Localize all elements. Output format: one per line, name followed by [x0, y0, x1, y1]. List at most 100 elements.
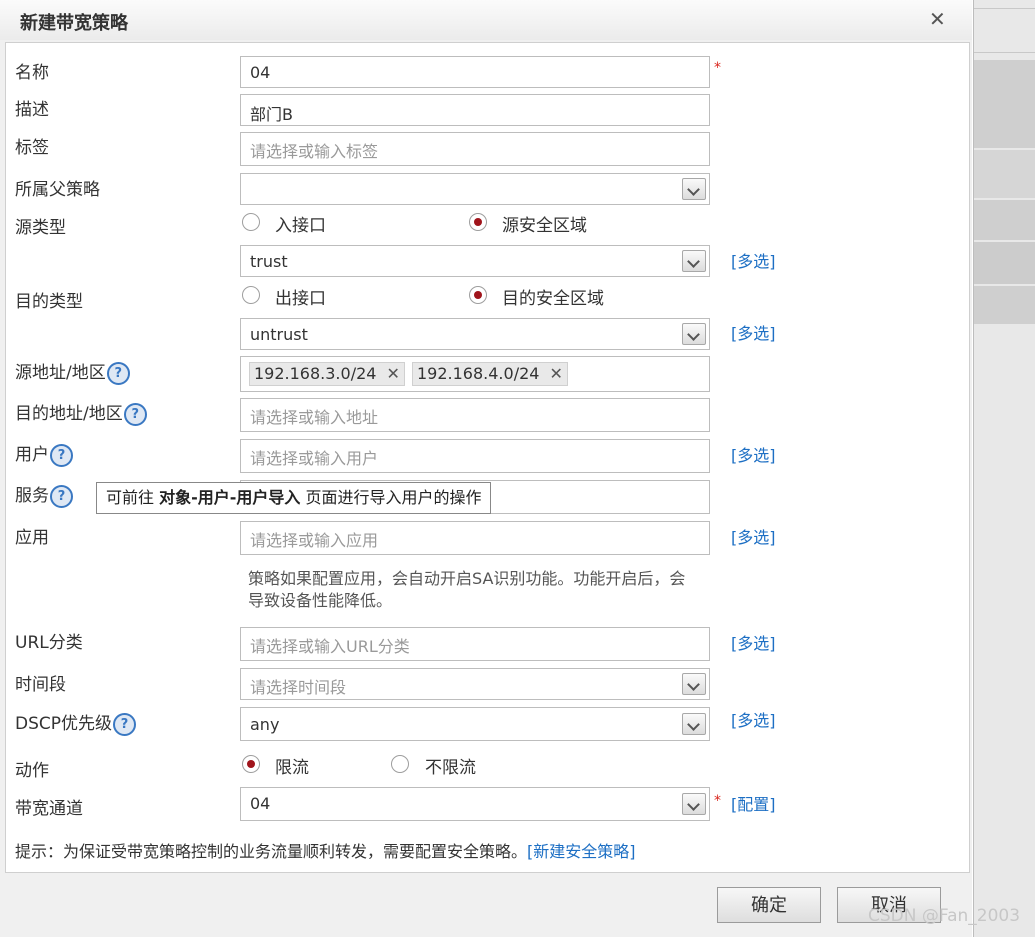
chevron-down-icon[interactable]: [682, 673, 706, 695]
required-marker: *: [714, 793, 721, 809]
radio-dest-zone-label: 目的安全区域: [502, 289, 604, 309]
tooltip-text: 页面进行导入用户的操作: [300, 488, 482, 507]
chevron-down-icon[interactable]: [682, 793, 706, 815]
remove-tag-icon[interactable]: ✕: [549, 364, 562, 383]
source-address-label-text: 源地址/地区: [15, 363, 106, 383]
user-label-text: 用户: [15, 445, 49, 465]
help-icon[interactable]: ?: [50, 443, 73, 467]
radio-dest-zone[interactable]: [469, 286, 487, 304]
dialog-title: 新建带宽策略: [20, 13, 128, 34]
bandwidth-channel-value: 04: [250, 794, 271, 813]
help-icon[interactable]: ?: [106, 361, 130, 385]
parent-policy-label: 所属父策略: [15, 180, 100, 200]
new-security-policy-link[interactable]: [新建安全策略]: [527, 842, 636, 861]
description-input[interactable]: 部门B: [240, 94, 710, 126]
source-zone-select[interactable]: trust: [240, 245, 710, 277]
source-address-input[interactable]: 192.168.3.0/24 ✕ 192.168.4.0/24 ✕: [240, 356, 710, 392]
user-label: 用户?: [15, 440, 73, 467]
help-icon[interactable]: ?: [50, 484, 73, 508]
new-bandwidth-policy-dialog: 新建带宽策略 ✕ 名称 04 * 描述 部门B 标签 请选择或输入标签 所属父策…: [0, 0, 972, 937]
address-tag-text: 192.168.3.0/24: [254, 364, 377, 383]
radio-no-limit-label: 不限流: [425, 758, 476, 778]
user-multiselect-link[interactable]: [多选]: [731, 442, 776, 466]
dscp-value: any: [250, 715, 280, 734]
time-range-select[interactable]: 请选择时间段: [240, 668, 710, 700]
radio-ingress-interface-label: 入接口: [275, 216, 326, 236]
dest-address-label-text: 目的地址/地区: [15, 404, 123, 424]
chevron-down-icon[interactable]: [682, 713, 706, 735]
dest-address-input[interactable]: 请选择或输入地址: [240, 398, 710, 432]
chevron-down-icon[interactable]: [682, 250, 706, 272]
bandwidth-channel-label: 带宽通道: [15, 799, 83, 819]
tag-input[interactable]: 请选择或输入标签: [240, 132, 710, 166]
dest-zone-select[interactable]: untrust: [240, 318, 710, 350]
radio-egress-interface-label: 出接口: [275, 289, 326, 309]
user-placeholder: 请选择或输入用户: [250, 449, 379, 468]
dialog-titlebar: 新建带宽策略 ✕: [0, 0, 972, 40]
close-icon[interactable]: ✕: [929, 7, 946, 31]
dscp-label: DSCP优先级?: [15, 709, 137, 736]
url-category-label: URL分类: [15, 633, 83, 653]
dscp-multiselect-link[interactable]: [多选]: [731, 707, 776, 731]
service-label: 服务?: [15, 481, 73, 508]
name-label: 名称: [15, 63, 49, 83]
remove-tag-icon[interactable]: ✕: [386, 364, 399, 383]
name-input[interactable]: 04: [240, 56, 710, 88]
bandwidth-channel-config-link[interactable]: [配置]: [731, 791, 776, 815]
chevron-down-icon[interactable]: [682, 178, 706, 200]
dest-address-placeholder: 请选择或输入地址: [250, 408, 379, 427]
time-range-label: 时间段: [15, 675, 66, 695]
security-policy-hint: 提示：为保证受带宽策略控制的业务流量顺利转发，需要配置安全策略。[新建安全策略]: [15, 838, 636, 862]
tooltip-text: 可前往: [106, 488, 160, 507]
service-label-text: 服务: [15, 486, 49, 506]
dest-type-label: 目的类型: [15, 292, 83, 312]
hint-text: 提示：为保证受带宽策略控制的业务流量顺利转发，需要配置安全策略。: [15, 842, 528, 861]
radio-source-zone-label: 源安全区域: [502, 216, 587, 236]
dscp-select[interactable]: any: [240, 707, 710, 741]
time-range-placeholder: 请选择时间段: [250, 678, 347, 697]
address-tag-text: 192.168.4.0/24: [417, 364, 540, 383]
source-zone-value: trust: [250, 252, 288, 271]
description-value: 部门B: [250, 105, 293, 124]
background-panel: [973, 0, 1035, 937]
url-category-multiselect-link[interactable]: [多选]: [731, 630, 776, 654]
application-note: 策略如果配置应用，会自动开启SA识别功能。功能开启后，会导致设备性能降低。: [248, 569, 686, 610]
user-help-tooltip: 可前往 对象-用户-用户导入 页面进行导入用户的操作: [96, 482, 492, 514]
radio-limit[interactable]: [242, 755, 260, 773]
watermark: CSDN @Fan_2003: [868, 906, 1021, 926]
source-address-label: 源地址/地区?: [15, 358, 130, 385]
description-label: 描述: [15, 100, 49, 120]
radio-source-zone[interactable]: [469, 213, 487, 231]
tag-label: 标签: [15, 138, 49, 158]
url-category-placeholder: 请选择或输入URL分类: [250, 637, 410, 656]
application-multiselect-link[interactable]: [多选]: [731, 524, 776, 548]
dest-zone-multiselect-link[interactable]: [多选]: [731, 320, 776, 344]
help-icon[interactable]: ?: [123, 402, 147, 426]
source-zone-multiselect-link[interactable]: [多选]: [731, 248, 776, 272]
source-type-label: 源类型: [15, 218, 66, 238]
radio-ingress-interface[interactable]: [242, 213, 260, 231]
radio-no-limit[interactable]: [391, 755, 409, 773]
bandwidth-channel-select[interactable]: 04: [240, 787, 710, 821]
user-input[interactable]: 请选择或输入用户: [240, 439, 710, 473]
action-label: 动作: [15, 761, 49, 781]
chevron-down-icon[interactable]: [682, 323, 706, 345]
application-input[interactable]: 请选择或输入应用: [240, 521, 710, 555]
application-placeholder: 请选择或输入应用: [250, 531, 379, 550]
help-icon[interactable]: ?: [113, 712, 137, 736]
parent-policy-select[interactable]: [240, 173, 710, 205]
application-label: 应用: [15, 528, 49, 548]
tooltip-path: 对象-用户-用户导入: [159, 488, 301, 507]
address-tag: 192.168.3.0/24 ✕: [249, 362, 405, 386]
radio-limit-label: 限流: [275, 758, 309, 778]
radio-egress-interface[interactable]: [242, 286, 260, 304]
ok-button[interactable]: 确定: [717, 887, 821, 923]
dest-address-label: 目的地址/地区?: [15, 399, 147, 426]
name-value: 04: [250, 63, 271, 82]
address-tag: 192.168.4.0/24 ✕: [412, 362, 568, 386]
tag-placeholder: 请选择或输入标签: [250, 142, 379, 161]
dscp-label-text: DSCP优先级: [15, 714, 113, 734]
dest-zone-value: untrust: [250, 325, 308, 344]
required-marker: *: [714, 60, 721, 76]
url-category-input[interactable]: 请选择或输入URL分类: [240, 627, 710, 661]
